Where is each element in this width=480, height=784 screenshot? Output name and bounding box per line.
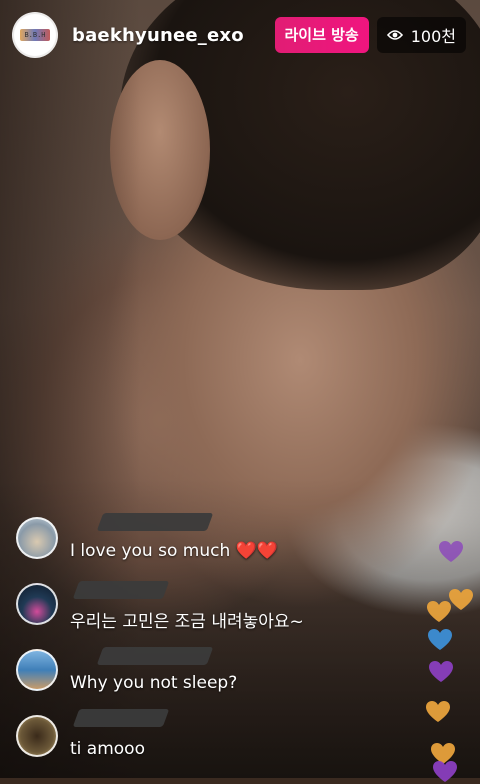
commenter-avatar[interactable]: [16, 517, 58, 559]
heart-icon: [433, 761, 457, 782]
heart-icon: [429, 661, 453, 682]
heart-icon: [439, 541, 463, 562]
heart-icon: [428, 629, 452, 650]
comment-item: ti amooo: [16, 709, 346, 779]
eye-icon: [386, 30, 403, 40]
heart-icon: [427, 601, 451, 622]
comment-text: 우리는 고민은 조금 내려놓아요~: [70, 612, 304, 632]
redacted-username: [96, 647, 214, 665]
commenter-avatar[interactable]: [16, 583, 58, 625]
comment-text: I love you so much ❤️❤️: [70, 541, 278, 561]
host-username[interactable]: baekhyunee_exo: [72, 25, 275, 46]
redacted-username: [72, 581, 170, 599]
live-badge: 라이브 방송: [274, 17, 369, 53]
commenter-avatar[interactable]: [16, 649, 58, 691]
comment-list: I love you so much ❤️❤️ 우리는 고민은 조금 내려놓아요…: [16, 513, 346, 779]
comment-text: Why you not sleep?: [70, 673, 238, 693]
viewer-count-badge[interactable]: 100천: [376, 17, 466, 53]
live-header: B.B.H baekhyunee_exo 라이브 방송 100천: [0, 0, 480, 70]
comment-item: I love you so much ❤️❤️: [16, 513, 346, 581]
commenter-avatar[interactable]: [16, 715, 58, 757]
heart-icon: [426, 701, 450, 722]
redacted-username: [72, 709, 170, 727]
host-avatar-logo: B.B.H: [20, 29, 50, 41]
comment-item: 우리는 고민은 조금 내려놓아요~: [16, 581, 346, 647]
comment-item: Why you not sleep?: [16, 647, 346, 713]
comment-text: ti amooo: [70, 739, 145, 759]
redacted-username: [96, 513, 214, 531]
host-avatar[interactable]: B.B.H: [14, 14, 56, 56]
viewer-count: 100천: [410, 27, 456, 46]
